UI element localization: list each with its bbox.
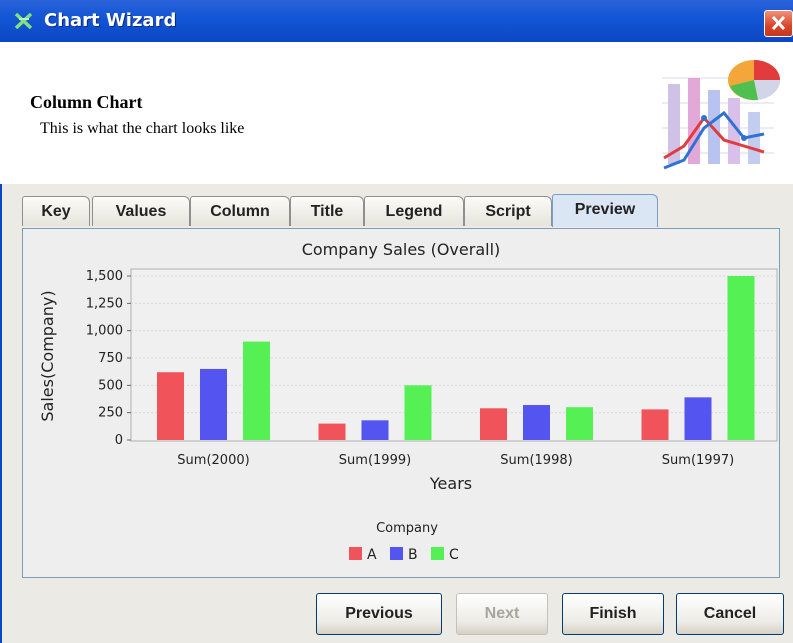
title-bar: Chart Wizard xyxy=(0,0,793,43)
chart-title: Company Sales (Overall) xyxy=(302,240,501,259)
y-tick-label: 500 xyxy=(98,378,123,393)
chart-illustration-icon xyxy=(654,48,782,178)
bar-c xyxy=(404,385,432,440)
finish-button[interactable]: Finish xyxy=(562,593,664,635)
page-title: Column Chart xyxy=(30,92,143,112)
bar-a xyxy=(157,372,184,440)
bar-a xyxy=(641,409,669,440)
chart-wizard-icon xyxy=(14,12,33,30)
bar-b xyxy=(200,368,227,440)
bar-c xyxy=(727,276,755,440)
preview-panel: Company Sales (Overall) 0 250 500 750 1,000 1… xyxy=(22,228,780,578)
bar-b xyxy=(684,397,712,440)
close-button[interactable] xyxy=(764,10,793,37)
bar-a xyxy=(318,423,346,440)
bar-c xyxy=(566,407,593,440)
y-tick-label: 1,000 xyxy=(86,324,123,339)
window-title: Chart Wizard xyxy=(44,10,177,31)
y-tick-label: 750 xyxy=(98,351,123,366)
legend-label: A xyxy=(367,547,377,563)
tab-legend[interactable]: Legend xyxy=(364,196,464,226)
legend-swatch-b xyxy=(390,547,403,560)
x-tick-label: Sum(2000) xyxy=(177,453,249,468)
next-button[interactable]: Next xyxy=(456,593,548,635)
bar-c xyxy=(243,341,270,440)
column-chart: Company Sales (Overall) 0 250 500 750 1,000 1… xyxy=(38,240,778,563)
tab-preview[interactable]: Preview xyxy=(552,194,658,227)
y-axis-label: Sales(Company) xyxy=(38,290,57,421)
y-tick-label: 1,500 xyxy=(86,269,123,284)
tab-values[interactable]: Values xyxy=(92,196,190,226)
page-subtitle: This is what the chart looks like xyxy=(40,120,245,137)
x-tick-label: Sum(1998) xyxy=(500,453,572,468)
tab-key[interactable]: Key xyxy=(22,196,90,226)
legend-label: C xyxy=(449,547,459,563)
legend-label: B xyxy=(408,547,418,563)
tab-script[interactable]: Script xyxy=(464,196,552,226)
y-tick-label: 1,250 xyxy=(86,296,123,311)
bar-a xyxy=(480,408,507,440)
legend-swatch-a xyxy=(349,547,362,560)
cancel-button[interactable]: Cancel xyxy=(676,593,784,635)
previous-button[interactable]: Previous xyxy=(316,593,442,635)
y-tick-label: 250 xyxy=(98,406,123,421)
close-icon xyxy=(771,15,786,31)
x-tick-label: Sum(1999) xyxy=(339,453,411,468)
tab-column[interactable]: Column xyxy=(190,196,290,226)
bar-b xyxy=(361,420,389,440)
bar-b xyxy=(523,405,550,440)
legend-title: Company xyxy=(376,521,438,536)
tab-title[interactable]: Title xyxy=(290,196,364,226)
plot-area xyxy=(130,268,778,442)
x-tick-label: Sum(1997) xyxy=(662,453,734,468)
x-axis-label: Years xyxy=(429,474,472,493)
y-tick-label: 0 xyxy=(115,433,123,448)
legend-swatch-c xyxy=(431,547,444,560)
